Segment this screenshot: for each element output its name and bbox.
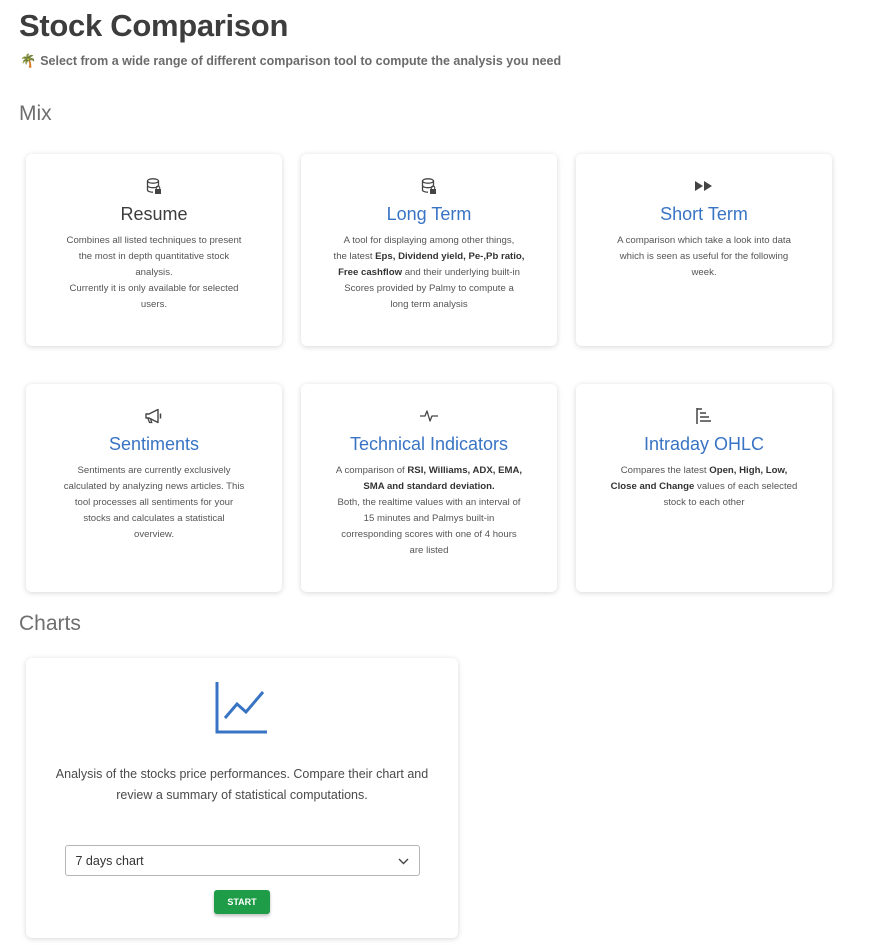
line-chart-icon [26, 680, 458, 734]
chart-range-value: 7 days chart [75, 853, 144, 868]
card-title: Technical Indicators [349, 434, 509, 454]
card-description: Combines all listed techniques to presen… [66, 235, 242, 310]
card-sentiments[interactable]: Sentiments Sentiments are currently excl… [26, 384, 282, 592]
chart-range-select[interactable]: 7 days chart [64, 845, 420, 876]
database-lock-icon [301, 176, 557, 196]
card-intraday-ohlc[interactable]: Intraday OHLC Compares the latest Open, … [576, 384, 832, 592]
start-button[interactable]: START [214, 890, 270, 914]
card-charts: Analysis of the stocks price performance… [26, 658, 458, 938]
card-title: Intraday OHLC [643, 434, 765, 454]
megaphone-icon [26, 406, 282, 426]
card-title: Long Term [386, 204, 472, 224]
fast-forward-icon [576, 176, 832, 196]
card-description: Sentiments are currently exclusively cal… [63, 465, 245, 540]
card-description: A tool for displaying among other things… [333, 235, 525, 310]
page-subtitle: 🌴 Select from a wide range of different … [20, 53, 561, 69]
chart-description: Analysis of the stocks price performance… [55, 767, 429, 802]
database-lock-icon [26, 176, 282, 196]
ohlc-bars-icon [576, 406, 832, 426]
palm-tree-icon: 🌴 [20, 53, 37, 68]
card-short-term[interactable]: Short Term A comparison which take a loo… [576, 154, 832, 346]
section-title-mix: Mix [19, 102, 52, 125]
subtitle-text: Select from a wide range of different co… [40, 54, 562, 68]
card-description: A comparison of RSI, Williams, ADX, EMA,… [335, 465, 523, 556]
section-title-charts: Charts [19, 612, 81, 635]
card-title: Sentiments [108, 434, 200, 454]
pulse-icon [301, 406, 557, 426]
page-title: Stock Comparison [19, 8, 289, 43]
card-resume[interactable]: Resume Combines all listed techniques to… [26, 154, 282, 346]
card-description: Compares the latest Open, High, Low, Clo… [610, 465, 798, 508]
chevron-down-icon [398, 854, 409, 868]
card-technical-indicators[interactable]: Technical Indicators A comparison of RSI… [301, 384, 557, 592]
card-title: Resume [120, 204, 188, 224]
card-title: Short Term [660, 204, 748, 224]
card-description: A comparison which take a look into data… [617, 235, 791, 278]
card-long-term[interactable]: Long Term A tool for displaying among ot… [301, 154, 557, 346]
